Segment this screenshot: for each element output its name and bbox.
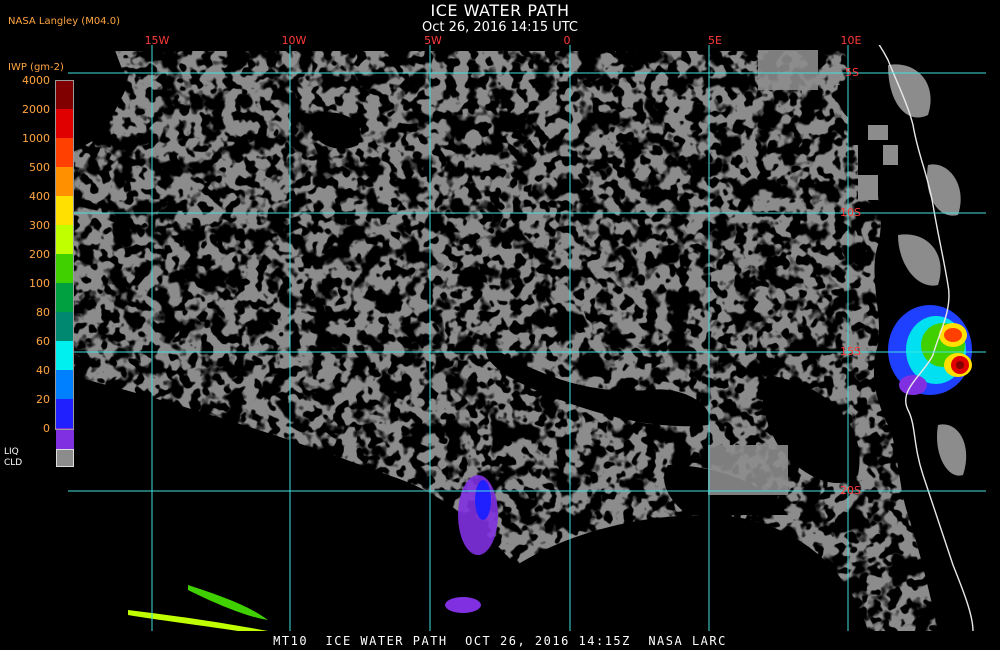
legend-label-400: 400: [29, 190, 50, 203]
map-datetime: Oct 26, 2016 14:15 UTC: [422, 20, 578, 35]
liquid-cloud-label-2: CLD: [4, 458, 23, 468]
map-title: ICE WATER PATH: [430, 1, 570, 20]
footer-caption: MT10 ICE WATER PATH OCT 26, 2016 14:15Z …: [273, 634, 727, 648]
lat-label-5s: 5S: [845, 66, 859, 79]
legend-label-2000: 2000: [22, 103, 50, 116]
legend-label-1000: 1000: [22, 132, 50, 145]
legend-title: IWP (gm-2): [8, 62, 64, 73]
legend-label-300: 300: [29, 219, 50, 232]
liquid-cloud-swatch: [56, 449, 74, 467]
legend-label-200: 200: [29, 248, 50, 261]
lat-label-10s: 10S: [840, 206, 861, 219]
lat-label-20s: 20S: [840, 484, 861, 497]
liquid-cloud-label-1: LIQ: [4, 447, 19, 457]
legend-label-500: 500: [29, 161, 50, 174]
legend-label-100: 100: [29, 277, 50, 290]
organization-label: NASA Langley (M04.0): [8, 16, 120, 27]
lat-label-15s: 15S: [840, 345, 861, 358]
legend-label-4000: 4000: [22, 74, 50, 87]
legend-label-60: 60: [36, 335, 50, 348]
legend-label-80: 80: [36, 306, 50, 319]
legend-label-0: 0: [43, 422, 50, 435]
legend-label-40: 40: [36, 364, 50, 377]
colorbar-frame: [55, 80, 74, 430]
ice-water-path-map: [68, 45, 986, 631]
legend-label-20: 20: [36, 393, 50, 406]
